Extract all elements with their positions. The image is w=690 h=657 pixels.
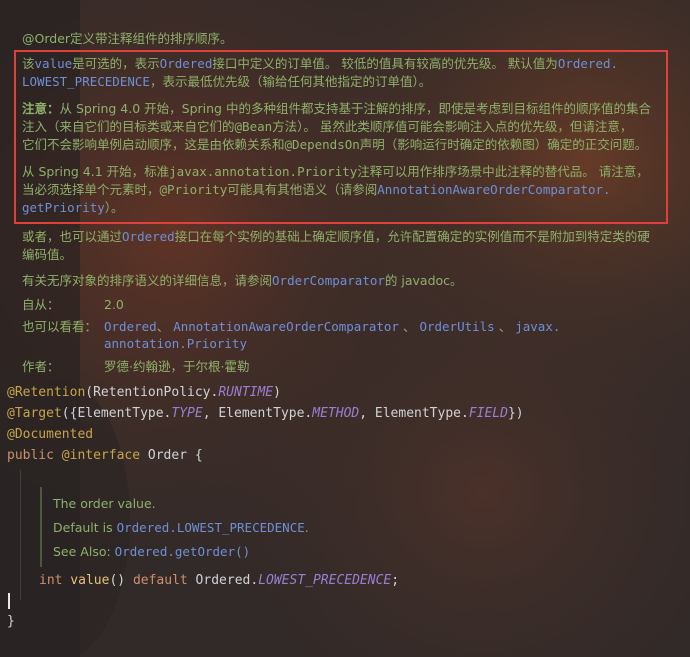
doc-para4-line2: 编码值。 [22,247,73,262]
see-also-line2: annotation.Priority [104,335,247,353]
highlight-box [14,50,668,224]
indent-guide [20,470,21,600]
see-priority-link-b[interactable]: annotation.Priority [104,336,247,351]
see-orderutils-link[interactable]: OrderUtils [419,319,494,334]
see-priority-link-a[interactable]: javax. [515,319,560,334]
code-line-retention: @Retention(RetentionPolicy.RUNTIME) [7,385,281,400]
author-value: 罗德·约翰逊，于尔根·霍勒 [104,359,250,374]
doc-para4-line1: 或者，也可以通过Ordered接口在每个实例的基础上确定顺序值，允许配置确定的实… [22,229,650,244]
code-line-close: } [7,614,15,629]
order-comparator-link[interactable]: OrderComparator [272,273,385,288]
see-also-label: 也可以看看： [22,319,98,334]
doc-para5: 有关无序对象的排序语义的详细信息，请参阅OrderComparator的 jav… [22,273,463,288]
text-cursor [8,593,10,609]
inline-doc-see-also: See Also: Ordered.getOrder() [53,544,251,559]
see-also-line1: Ordered、 AnnotationAwareOrderComparator … [104,319,561,334]
code-line-documented: @Documented [7,427,94,442]
since-value: 2.0 [104,297,124,312]
code-line-target: @Target({ElementType.TYPE, ElementType.M… [7,406,524,421]
doc-title: @Order定义带注释组件的排序顺序。 [22,31,233,46]
inline-doc-default: Default is Ordered.LOWEST_PRECEDENCE. [53,520,309,535]
inline-doc-desc: The order value. [53,496,156,511]
inline-lowest-precedence-link[interactable]: Ordered.LOWEST_PRECEDENCE [117,520,305,535]
code-line-interface: public @interface Order { [7,448,203,463]
see-ordered-link[interactable]: Ordered [104,319,157,334]
inline-get-order-link[interactable]: Ordered.getOrder() [115,544,250,559]
code-line-value: int value() default Ordered.LOWEST_PRECE… [39,573,400,588]
since-label: 自从： [22,297,60,312]
ordered-link-3[interactable]: Ordered [122,229,175,244]
see-comparator-link[interactable]: AnnotationAwareOrderComparator [173,319,399,334]
author-label: 作者： [22,359,60,374]
